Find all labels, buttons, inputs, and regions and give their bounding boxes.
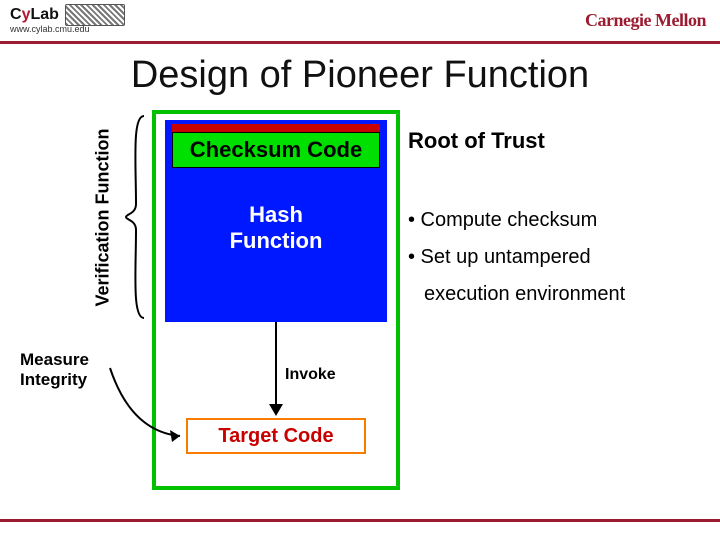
root-of-trust-label: Root of Trust (408, 128, 545, 154)
cylab-wordmark: CyLab (10, 6, 59, 24)
hash-line-2: Function (172, 228, 380, 254)
cylab-c: C (10, 6, 22, 23)
bullet-2: • Set up untampered (408, 239, 625, 276)
measure-arrow-icon (108, 362, 188, 442)
cylab-url: www.cylab.cmu.edu (10, 24, 90, 34)
invoke-arrow-head-icon (269, 404, 283, 416)
brace-icon (122, 114, 148, 320)
measure-line-2: Integrity (20, 370, 110, 390)
hash-line-1: Hash (172, 202, 380, 228)
invoke-arrow-line (275, 322, 277, 406)
diagram-canvas: Checksum Code Hash Function Invoke Targe… (0, 110, 720, 510)
measure-line-1: Measure (20, 350, 110, 370)
carnegie-mellon-logo: Carnegie Mellon (585, 10, 706, 31)
bullet-1: • Compute checksum (408, 202, 625, 239)
slide-title: Design of Pioneer Function (0, 54, 720, 97)
cylab-logo: CyLab (10, 4, 125, 26)
verification-function-label: Verification Function (88, 112, 118, 322)
cylab-lab: Lab (30, 6, 58, 23)
verification-function-text: Verification Function (93, 128, 114, 306)
invoke-label: Invoke (285, 366, 336, 384)
bullet-2-cont: execution environment (408, 276, 625, 313)
target-code-box: Target Code (186, 418, 366, 454)
checksum-code-box: Checksum Code (172, 132, 380, 168)
hash-function-label: Hash Function (172, 202, 380, 255)
bullet-list: • Compute checksum • Set up untampered e… (408, 202, 625, 313)
footer-rule (0, 519, 720, 522)
measure-integrity-label: Measure Integrity (20, 350, 110, 389)
globe-icon (65, 4, 125, 26)
slide-header: CyLab www.cylab.cmu.edu Carnegie Mellon (0, 0, 720, 44)
